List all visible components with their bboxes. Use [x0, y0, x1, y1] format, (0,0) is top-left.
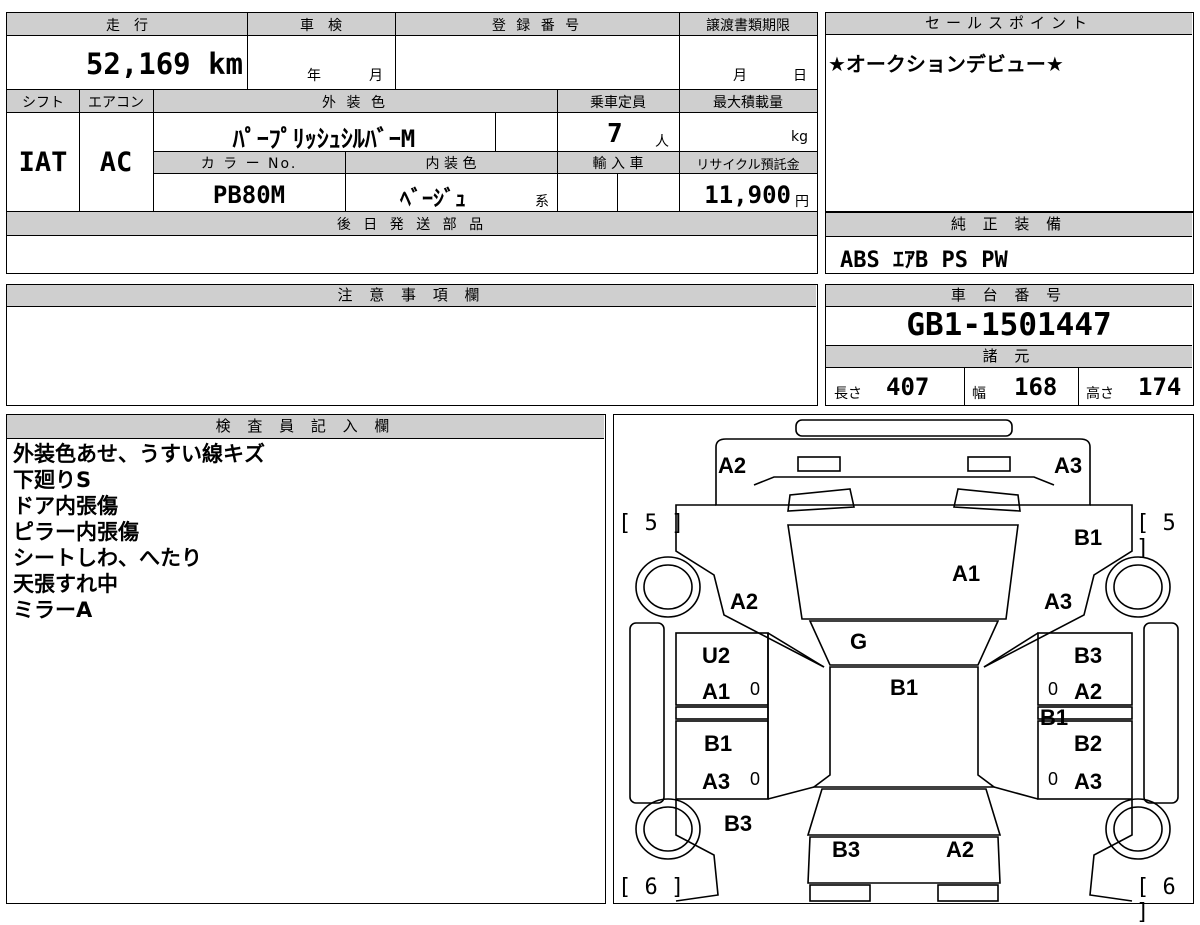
damage-mark: U2 — [702, 643, 731, 668]
mileage-header: 走 行 — [106, 18, 148, 34]
transfer-month: 月 — [733, 68, 747, 84]
recycle-header: リサイクル預託金 — [696, 158, 800, 173]
damage-mark: A1 — [702, 679, 731, 704]
inspector-box: 検 査 員 記 入 欄 外装色あせ、うすい線キズ 下廻りS ドア内張傷 ピラー内… — [6, 414, 606, 904]
inspector-line: ミラーA — [13, 598, 93, 622]
capacity-header: 乗車定員 — [590, 95, 646, 111]
inspector-line: シートしわ、へたり — [13, 546, 202, 570]
damage-mark: 0 — [750, 679, 761, 699]
inspector-line: ドア内張傷 — [13, 494, 118, 518]
vehicle-info-table: 走 行 車 検 登 録 番 号 譲渡書類期限 52,169 km 年 月 月 日… — [6, 12, 818, 274]
damage-mark: A3 — [702, 769, 731, 794]
inspector-header: 検 査 員 記 入 欄 — [7, 415, 604, 439]
transfer-deadline-header: 譲渡書類期限 — [706, 18, 790, 34]
inspection-year: 年 — [307, 68, 321, 84]
damage-mark: A3 — [1074, 769, 1103, 794]
shift-header: シフト — [22, 95, 64, 111]
max-load-unit: kg — [791, 129, 808, 145]
sales-point-text: ★オークションデビュー★ — [828, 52, 1064, 76]
shift-value: IAT — [18, 147, 68, 178]
damage-mark: B2 — [1074, 731, 1103, 756]
damage-mark: A1 — [952, 561, 981, 586]
sales-point-box: セールスポイント ★オークションデビュー★ — [825, 12, 1194, 212]
genuine-equipment-text: ABS ｴｱB PS PW — [840, 248, 1008, 273]
car-outline-diagram — [629, 419, 1179, 902]
damage-mark: A2 — [730, 589, 759, 614]
damage-mark: G — [850, 629, 868, 654]
interior-color-suffix: 系 — [535, 194, 549, 210]
inspector-line: 天張すれ中 — [13, 572, 118, 596]
mileage-value: 52,169 km — [85, 47, 243, 81]
damage-mark: B1 — [1074, 525, 1103, 550]
specs-header: 諸 元 — [826, 346, 1192, 368]
damage-mark: B1 — [1040, 705, 1069, 730]
exterior-color-value: ﾊﾟｰﾌﾟﾘｯｼｭｼﾙﾊﾞｰM — [232, 125, 416, 153]
later-parts-header: 後 日 発 送 部 品 — [336, 217, 488, 233]
sales-point-header: セールスポイント — [826, 13, 1192, 35]
damage-mark: A2 — [1074, 679, 1103, 704]
interior-color-header: 内 装 色 — [425, 156, 477, 172]
max-load-header: 最大積載量 — [713, 95, 783, 111]
interior-color-value: ﾍﾞｰｼﾞｭ — [399, 187, 466, 212]
notes-header: 注 意 事 項 欄 — [7, 285, 816, 307]
import-header: 輸 入 車 — [592, 156, 644, 172]
genuine-equipment-header: 純 正 装 備 — [826, 213, 1192, 237]
damage-mark: B3 — [832, 837, 861, 862]
damage-mark: B1 — [704, 731, 733, 756]
damage-mark: B1 — [890, 675, 919, 700]
notes-box: 注 意 事 項 欄 — [6, 284, 818, 406]
width-label: 幅 — [972, 386, 986, 402]
damage-mark: A3 — [1054, 453, 1083, 478]
damage-mark: A3 — [1044, 589, 1073, 614]
length-value: 407 — [886, 373, 930, 401]
height-value: 174 — [1138, 373, 1182, 401]
ac-header: エアコン — [88, 95, 144, 111]
exterior-color-header: 外 装 色 — [322, 95, 388, 111]
registration-header: 登 録 番 号 — [491, 18, 583, 34]
damage-mark: 0 — [750, 769, 761, 789]
recycle-value: 11,900 — [704, 181, 791, 209]
recycle-unit: 円 — [795, 194, 809, 210]
damage-mark: 0 — [1048, 679, 1059, 699]
damage-mark: A2 — [718, 453, 747, 478]
inspector-line: 下廻りS — [13, 468, 92, 492]
capacity-value: 7 — [607, 119, 623, 149]
length-label: 長さ — [834, 386, 862, 402]
damage-mark: B3 — [1074, 643, 1103, 668]
chassis-value: GB1-1501447 — [906, 307, 1112, 343]
inspector-line: 外装色あせ、うすい線キズ — [13, 442, 265, 466]
color-no-header: カ ラ ー No. — [200, 156, 298, 172]
section-label: [ 6 ] — [1136, 875, 1176, 925]
color-no-value: PB80M — [212, 181, 286, 209]
ac-value: AC — [99, 147, 133, 178]
damage-mark: A2 — [946, 837, 975, 862]
genuine-equipment-box: 純 正 装 備 ABS ｴｱB PS PW — [825, 212, 1194, 274]
section-label: [ 5 ] — [1136, 511, 1176, 561]
damage-mark: 0 — [1048, 769, 1059, 789]
damage-mark: B3 — [724, 811, 753, 836]
height-label: 高さ — [1086, 386, 1114, 402]
damage-diagram: [ 5 ] [ 5 ] [ 6 ] [ 6 ] A2 A3 B1 A1 A2 A… — [613, 414, 1194, 925]
transfer-day: 日 — [793, 68, 807, 84]
section-label: [ 5 ] — [618, 511, 685, 536]
chassis-box: 車 台 番 号 GB1-1501447 諸 元 長さ 407 幅 168 高さ … — [825, 284, 1194, 406]
inspection-header: 車 検 — [300, 18, 342, 34]
width-value: 168 — [1014, 373, 1058, 401]
inspector-line: ピラー内張傷 — [13, 520, 139, 544]
chassis-header: 車 台 番 号 — [826, 285, 1192, 307]
inspection-month: 月 — [369, 68, 383, 84]
capacity-unit: 人 — [655, 134, 669, 150]
section-label: [ 6 ] — [618, 875, 685, 900]
